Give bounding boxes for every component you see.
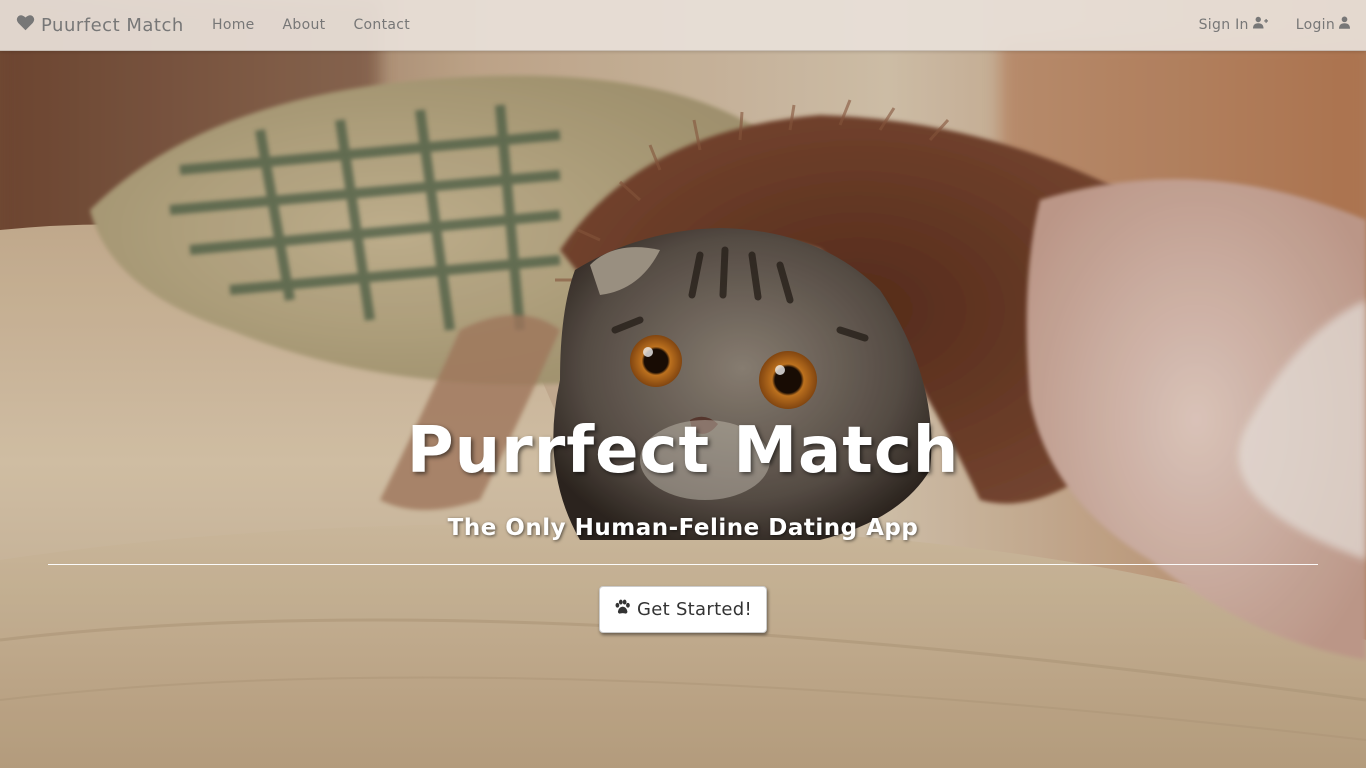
hero-subtitle: The Only Human-Feline Dating App [447, 515, 919, 541]
get-started-label: Get Started! [636, 599, 753, 620]
paw-icon [614, 599, 631, 620]
nav-home-link[interactable]: Home [198, 0, 269, 50]
get-started-button[interactable]: Get Started! [599, 586, 767, 633]
heart-icon [16, 14, 35, 36]
primary-nav: Home About Contact [198, 0, 424, 50]
user-icon [1339, 0, 1350, 50]
login-label: Login [1295, 17, 1335, 33]
nav-contact-link[interactable]: Contact [339, 0, 424, 50]
hero-title: Purrfect Match [406, 414, 960, 488]
login-link[interactable]: Login [1282, 0, 1366, 50]
hero-divider [48, 564, 1318, 565]
brand-name: Puurfect Match [41, 14, 184, 36]
hero-background-image [0, 0, 1366, 768]
landing-page: Puurfect Match Home About Contact Sign I… [0, 0, 1366, 768]
sign-in-label: Sign In [1198, 17, 1249, 33]
account-nav: Sign In Login [1185, 0, 1366, 50]
top-navbar: Puurfect Match Home About Contact Sign I… [0, 0, 1366, 51]
sign-in-link[interactable]: Sign In [1185, 0, 1282, 50]
user-plus-icon [1252, 0, 1268, 50]
brand-link[interactable]: Puurfect Match [16, 0, 184, 50]
nav-about-link[interactable]: About [269, 0, 340, 50]
